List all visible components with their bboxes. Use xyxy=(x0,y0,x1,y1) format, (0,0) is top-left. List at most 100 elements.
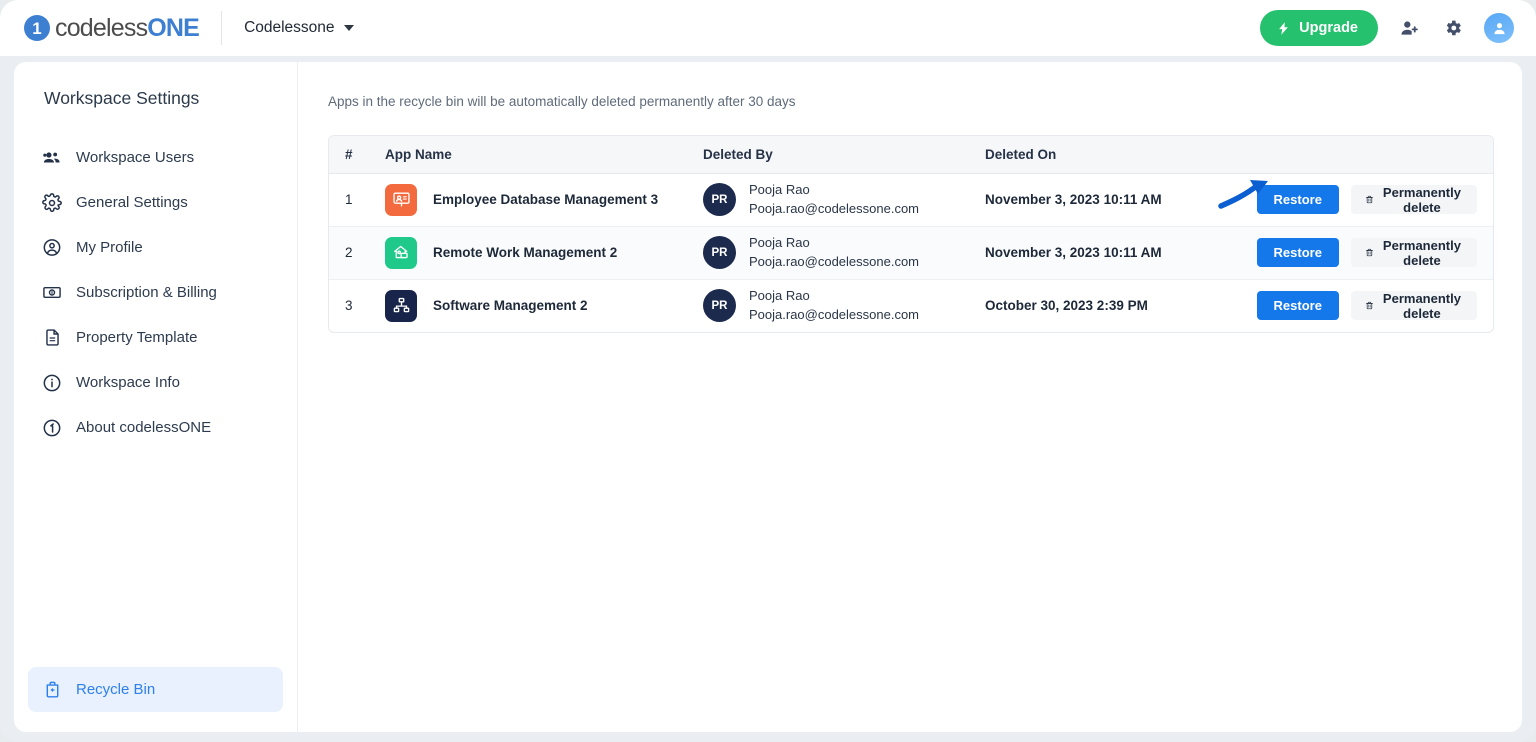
column-header-index: # xyxy=(329,136,375,174)
table-head: # App Name Deleted By Deleted On xyxy=(329,136,1493,174)
row-app-name-cell: Employee Database Management 3 xyxy=(375,173,693,227)
row-deleted-by-name: Pooja Rao xyxy=(749,181,810,197)
software-management-app-icon xyxy=(385,289,417,322)
row-actions-cell: Restore Permanently delete xyxy=(1256,279,1493,332)
row-deleted-on: November 3, 2023 10:11 AM xyxy=(975,226,1275,280)
permanently-delete-button[interactable]: Permanently delete xyxy=(1350,184,1477,215)
sidebar-item-recycle-bin[interactable]: Recycle Bin xyxy=(28,667,283,712)
logo-text-accent: ONE xyxy=(147,13,200,42)
row-deleted-on: November 3, 2023 10:11 AM xyxy=(975,173,1275,227)
row-app-name-cell: Remote Work Management 2 xyxy=(375,226,693,280)
user-circle-icon xyxy=(42,238,62,258)
app-window: 1 codelessONE Codelessone Upgrade Worksp… xyxy=(0,0,1536,742)
row-index: 3 xyxy=(345,298,353,314)
table-row: 2 Remote Work Management 2 PR Pooja Rao … xyxy=(329,226,1493,280)
recycle-bin-content: Apps in the recycle bin will be automati… xyxy=(298,62,1522,732)
table-header-row: # App Name Deleted By Deleted On xyxy=(329,136,1493,174)
permanently-delete-label: Permanently delete xyxy=(1382,237,1461,268)
gear-icon xyxy=(1446,20,1461,36)
row-deleted-by-email: Pooja.rao@codelessone.com xyxy=(749,201,920,216)
sidebar-bottom: Recycle Bin xyxy=(14,667,297,732)
user-avatar-button[interactable] xyxy=(1484,13,1514,43)
row-deleted-by-cell: PR Pooja Rao Pooja.rao@codelessone.com xyxy=(693,226,975,280)
sidebar-item-my-profile[interactable]: My Profile xyxy=(28,225,283,270)
column-header-deleted-by: Deleted By xyxy=(693,136,975,174)
recycle-bin-icon xyxy=(42,680,62,700)
remote-work-app-icon xyxy=(385,236,417,269)
gear-icon xyxy=(42,192,62,213)
header-actions: Upgrade xyxy=(1260,10,1514,46)
sidebar-item-label: Workspace Users xyxy=(76,149,195,166)
row-deleted-by-cell: PR Pooja Rao Pooja.rao@codelessone.com xyxy=(693,173,975,227)
upgrade-button[interactable]: Upgrade xyxy=(1260,10,1378,46)
row-index: 2 xyxy=(329,226,375,280)
sidebar-item-subscription-billing[interactable]: Subscription & Billing xyxy=(28,270,283,315)
sidebar-nav: Workspace Users General Settings My Prof… xyxy=(14,135,297,450)
recycle-bin-notice: Apps in the recycle bin will be automati… xyxy=(328,94,796,109)
row-app-name: Software Management 2 xyxy=(433,298,588,314)
row-index: 1 xyxy=(329,173,375,227)
sidebar-item-property-template[interactable]: Property Template xyxy=(28,315,283,360)
sidebar-item-label: Recycle Bin xyxy=(76,681,156,698)
permanently-delete-button[interactable]: Permanently delete xyxy=(1350,290,1477,321)
column-header-actions xyxy=(1275,136,1493,174)
info-circle-icon xyxy=(42,373,62,393)
row-deleted-by-name: Pooja Rao xyxy=(749,288,810,303)
document-icon xyxy=(42,328,62,348)
restore-button[interactable]: Restore xyxy=(1256,291,1339,321)
sidebar-item-workspace-users[interactable]: Workspace Users xyxy=(28,135,283,180)
row-deleted-by-email: Pooja.rao@codelessone.com xyxy=(749,307,920,323)
user-avatar-icon xyxy=(1493,22,1505,34)
trash-icon xyxy=(1366,248,1373,257)
row-deleted-by-cell: PR Pooja Rao Pooja.rao@codelessone.com xyxy=(693,279,975,332)
avatar: PR xyxy=(703,289,736,323)
logo-mark-text: 1 xyxy=(32,18,42,38)
app-logo[interactable]: 1 codelessONE xyxy=(24,13,200,43)
workspace-switcher[interactable]: Codelessone xyxy=(244,19,354,37)
top-header-bar: 1 codelessONE Codelessone Upgrade xyxy=(0,0,1536,56)
row-deleted-by-name: Pooja Rao xyxy=(749,234,810,250)
row-actions-cell: Restore Permanently delete xyxy=(1256,173,1493,227)
restore-button[interactable]: Restore xyxy=(1256,185,1339,214)
row-actions-cell: Restore Permanently delete xyxy=(1256,226,1493,280)
workspace-switcher-label: Codelessone xyxy=(244,19,335,36)
permanently-delete-label: Permanently delete xyxy=(1382,184,1461,215)
add-user-icon xyxy=(1400,20,1418,35)
logo-text: codelessONE xyxy=(55,13,200,43)
deleted-apps-table: # App Name Deleted By Deleted On 1 Emplo… xyxy=(329,136,1493,332)
row-deleted-on: October 30, 2023 2:39 PM xyxy=(985,298,1148,314)
sidebar-item-label: My Profile xyxy=(76,239,143,256)
avatar: PR xyxy=(703,183,736,216)
settings-sidebar: Workspace Settings Workspace Users Gener… xyxy=(14,62,298,732)
table-row: 3 Software Management 2 PR Pooja Rao Poo… xyxy=(329,279,1493,332)
header-divider xyxy=(221,11,223,45)
sidebar-item-about-codelessone[interactable]: About codelessONE xyxy=(28,405,283,450)
bolt-icon xyxy=(1279,21,1289,35)
restore-button[interactable]: Restore xyxy=(1256,238,1339,267)
main-card: Workspace Settings Workspace Users Gener… xyxy=(14,62,1522,732)
banknote-icon xyxy=(42,283,62,303)
sidebar-item-label: General Settings xyxy=(76,194,188,211)
sidebar-item-label: Property Template xyxy=(76,329,198,346)
sidebar-item-label: About codelessONE xyxy=(76,419,212,436)
trash-icon xyxy=(1366,195,1373,204)
sidebar-item-general-settings[interactable]: General Settings xyxy=(28,180,283,225)
row-app-name: Employee Database Management 3 xyxy=(433,192,659,207)
logo-text-primary: codeless xyxy=(55,13,148,42)
users-icon xyxy=(42,148,62,168)
settings-button[interactable] xyxy=(1440,15,1466,41)
employee-database-app-icon xyxy=(385,183,417,216)
deleted-apps-table-wrapper: # App Name Deleted By Deleted On 1 Emplo… xyxy=(328,135,1494,333)
permanently-delete-label: Permanently delete xyxy=(1382,290,1461,321)
row-app-name-cell: Software Management 2 xyxy=(375,279,693,332)
trash-icon xyxy=(1366,302,1373,310)
row-deleted-by-email: Pooja.rao@codelessone.com xyxy=(749,254,920,269)
sidebar-item-label: Subscription & Billing xyxy=(76,284,217,301)
add-user-button[interactable] xyxy=(1396,15,1422,41)
sidebar-item-label: Workspace Info xyxy=(76,374,180,391)
sidebar-item-workspace-info[interactable]: Workspace Info xyxy=(28,360,283,405)
permanently-delete-button[interactable]: Permanently delete xyxy=(1350,237,1477,268)
column-header-app-name: App Name xyxy=(375,136,693,174)
table-row: 1 Employee Database Management 3 PR Pooj… xyxy=(329,173,1493,227)
